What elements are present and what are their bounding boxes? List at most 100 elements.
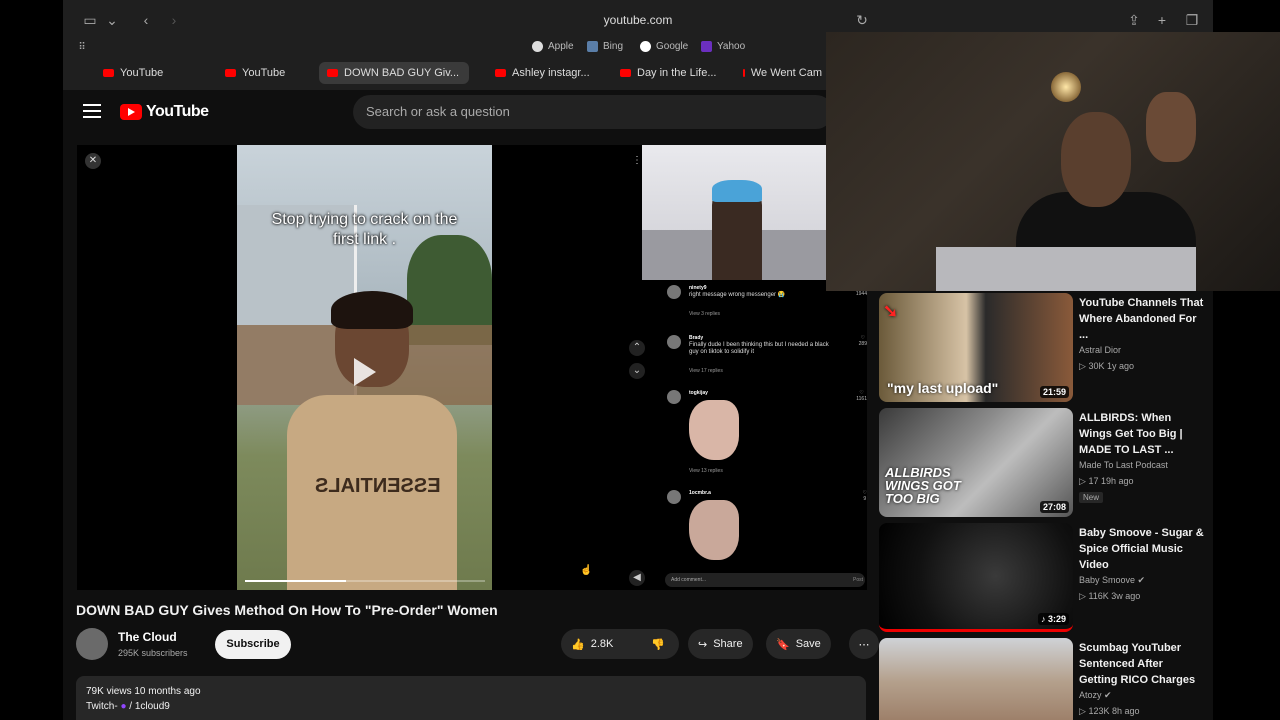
- new-badge: New: [1079, 492, 1104, 503]
- channel-row: The Cloud 295K subscribers Subscribe 👍 2.…: [76, 628, 879, 664]
- recommended-video[interactable]: "my last upload" ➘ 21:59 YouTube Channel…: [879, 293, 1209, 403]
- play-icon: ▷: [1079, 591, 1086, 601]
- favorite-bing[interactable]: Bing: [587, 41, 623, 52]
- recommended-video[interactable]: ♪ 3:29 Baby Smoove - Sugar & Spice Offic…: [879, 523, 1209, 633]
- comments-panel: ninety9 right message wrong messenger 😭 …: [667, 285, 867, 585]
- verified-icon: ✔: [1104, 690, 1112, 700]
- recommended-meta: ▷ 123K 8h ago: [1079, 706, 1140, 716]
- recommended-video[interactable]: Scumbag YouTuber Sentenced After Getting…: [879, 638, 1209, 720]
- youtube-logo[interactable]: YouTube: [120, 103, 209, 121]
- tab-youtube-2[interactable]: YouTube: [217, 62, 327, 84]
- ear-photo: [689, 400, 739, 460]
- twitch-link[interactable]: Twitch- ● / 1cloud9: [86, 701, 856, 712]
- reload-icon[interactable]: ↻: [851, 10, 873, 30]
- share-arrow-icon: ↪: [698, 638, 708, 651]
- video-player[interactable]: ✕ ESSENTIALS Stop trying to crack on the…: [77, 145, 867, 590]
- video-thumbnail[interactable]: ♪ 3:29: [879, 523, 1073, 632]
- tab-we-went[interactable]: We Went Cam: [735, 62, 830, 84]
- new-tab-icon[interactable]: +: [1151, 10, 1173, 30]
- video-title: DOWN BAD GUY Gives Method On How To "Pre…: [76, 602, 498, 618]
- recommended-title[interactable]: Scumbag YouTuber Sentenced After Getting…: [1079, 640, 1204, 688]
- chevron-down-icon[interactable]: ⌄: [629, 363, 645, 379]
- favorite-google[interactable]: Google: [640, 41, 688, 52]
- tiktok-progress-bar[interactable]: [245, 580, 485, 582]
- mouse-cursor: ☝: [580, 565, 593, 576]
- bing-icon: [587, 41, 598, 52]
- recommended-channel[interactable]: Astral Dior: [1079, 345, 1121, 355]
- volume-icon[interactable]: ◀: [629, 570, 645, 586]
- recommended-meta: ▷ 17 19h ago: [1079, 476, 1134, 486]
- verified-icon: ✔: [1137, 575, 1146, 585]
- more-horizontal-icon: ⋯: [858, 638, 870, 651]
- shirt-text: ESSENTIALS: [315, 475, 441, 497]
- address-bar[interactable]: youtube.com: [63, 13, 1213, 27]
- grid-icon[interactable]: ⠿: [71, 38, 93, 58]
- play-icon: ▷: [1079, 706, 1086, 716]
- close-icon[interactable]: ✕: [85, 153, 101, 169]
- like-button[interactable]: 👍 2.8K: [561, 629, 641, 659]
- recommended-channel[interactable]: Made To Last Podcast: [1079, 460, 1168, 470]
- tab-active-video[interactable]: DOWN BAD GUY Giv...: [319, 62, 469, 84]
- avatar: [667, 285, 681, 299]
- thumbs-up-icon: 👍: [571, 638, 585, 651]
- duration-badge: 27:08: [1039, 501, 1069, 513]
- recommended-title[interactable]: YouTube Channels That Where Abandoned Fo…: [1079, 295, 1204, 343]
- chevron-up-icon[interactable]: ⌃: [629, 340, 645, 356]
- hamburger-menu-icon[interactable]: [83, 104, 101, 118]
- tab-overview-icon[interactable]: ❐: [1181, 10, 1203, 30]
- play-icon[interactable]: [354, 358, 376, 386]
- save-button[interactable]: 🔖 Save: [766, 629, 831, 659]
- avatar: [667, 490, 681, 504]
- share-button[interactable]: ↪ Share: [688, 629, 753, 659]
- recommended-title[interactable]: ALLBIRDS: When Wings Get Too Big | MADE …: [1079, 410, 1204, 458]
- recommended-meta: ▷ 116K 3w ago: [1079, 591, 1141, 601]
- channel-avatar[interactable]: [76, 628, 108, 660]
- search-input[interactable]: Search or ask a question: [353, 95, 833, 129]
- recommended-channel[interactable]: Baby Smoove ✔: [1079, 575, 1145, 586]
- twitch-icon: ●: [120, 701, 127, 712]
- youtube-play-icon: [120, 104, 142, 120]
- recommended-video[interactable]: ALLBIRDS WINGS GOT TOO BIG 27:08 ALLBIRD…: [879, 408, 1209, 518]
- subscribe-button[interactable]: Subscribe: [215, 630, 291, 659]
- view-count-date: 79K views 10 months ago: [86, 686, 201, 697]
- share-icon[interactable]: ⇪: [1123, 10, 1145, 30]
- arrow-icon: ➘: [883, 301, 899, 321]
- tab-ashley[interactable]: Ashley instagr...: [487, 62, 607, 84]
- thumbs-down-icon: 👎: [651, 638, 665, 651]
- ear-photo: [689, 500, 739, 560]
- recommended-meta: ▷ 30K 1y ago: [1079, 361, 1134, 371]
- channel-name[interactable]: The Cloud: [118, 630, 177, 644]
- subscriber-count: 295K subscribers: [118, 648, 188, 658]
- youtube-icon: [743, 69, 745, 77]
- speaker-person: ESSENTIALS: [287, 291, 457, 590]
- bookmark-icon: 🔖: [776, 638, 790, 651]
- play-icon: ▷: [1079, 476, 1086, 486]
- favorite-yahoo[interactable]: Yahoo: [701, 41, 745, 52]
- dislike-button[interactable]: 👎: [641, 629, 679, 659]
- tiktok-video-frame: ESSENTIALS Stop trying to crack on the f…: [237, 145, 492, 590]
- youtube-icon: [495, 69, 506, 77]
- duration-badge: ♪ 3:29: [1037, 613, 1069, 625]
- tab-youtube-1[interactable]: YouTube: [95, 62, 205, 84]
- youtube-icon: [103, 69, 114, 77]
- duration-badge: 21:59: [1039, 386, 1069, 398]
- add-comment-input[interactable]: Add comment... Post: [665, 573, 865, 587]
- streamer-overlay: [642, 145, 827, 280]
- avatar: [667, 390, 681, 404]
- music-icon: ♪: [1040, 614, 1046, 624]
- video-thumbnail[interactable]: "my last upload" ➘ 21:59: [879, 293, 1073, 402]
- more-actions-button[interactable]: ⋯: [849, 629, 879, 659]
- youtube-icon: [225, 69, 236, 77]
- youtube-icon: [327, 69, 338, 77]
- yahoo-icon: [701, 41, 712, 52]
- play-icon: ▷: [1079, 361, 1086, 371]
- video-caption: Stop trying to crack on the first link .: [271, 211, 458, 248]
- favorite-apple[interactable]: Apple: [532, 41, 574, 52]
- video-thumbnail[interactable]: ALLBIRDS WINGS GOT TOO BIG 27:08: [879, 408, 1073, 517]
- tab-day-in-life[interactable]: Day in the Life...: [612, 62, 732, 84]
- recommended-title[interactable]: Baby Smoove - Sugar & Spice Official Mus…: [1079, 525, 1204, 573]
- video-thumbnail[interactable]: [879, 638, 1073, 720]
- youtube-icon: [620, 69, 631, 77]
- recommended-channel[interactable]: Atozy ✔: [1079, 690, 1112, 701]
- description-box[interactable]: 79K views 10 months ago Twitch- ● / 1clo…: [76, 676, 866, 720]
